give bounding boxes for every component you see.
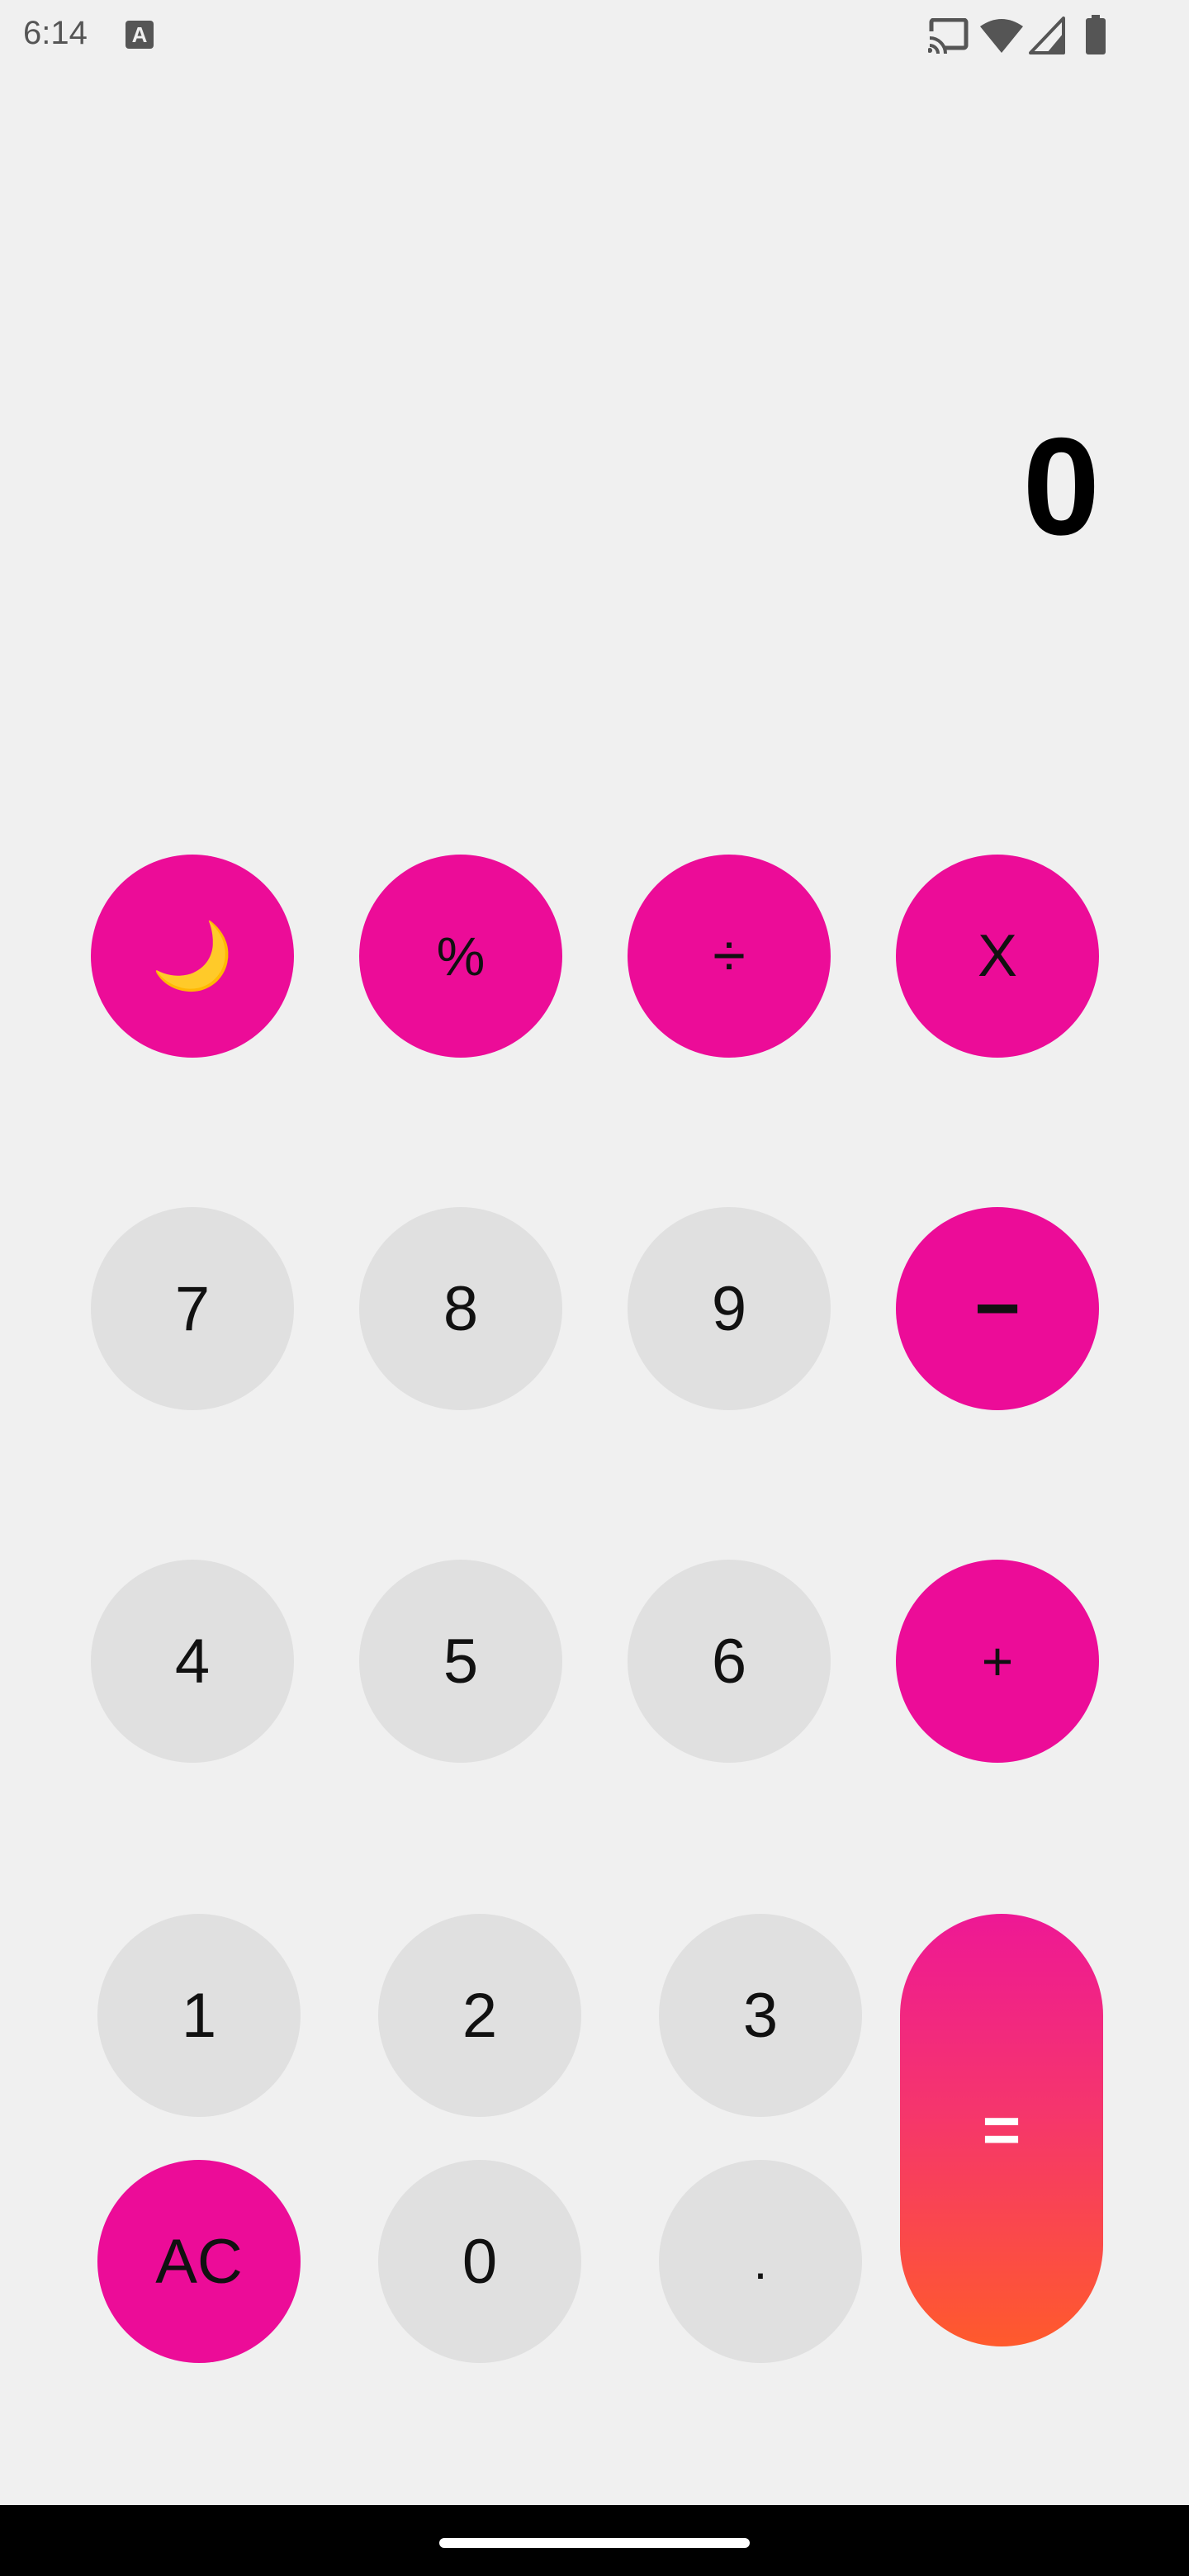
clear-label: AC xyxy=(155,2226,243,2297)
digit-8-label: 8 xyxy=(443,1273,479,1344)
wifi-icon xyxy=(980,19,1023,53)
cast-icon xyxy=(928,18,969,54)
digit-4-button[interactable]: 4 xyxy=(91,1560,294,1763)
digit-9-label: 9 xyxy=(711,1273,747,1344)
digit-1-label: 1 xyxy=(181,1980,217,2051)
plus-button[interactable]: + xyxy=(896,1560,1099,1763)
multiply-button[interactable]: X xyxy=(896,855,1099,1058)
result-display: 0 xyxy=(1022,409,1100,564)
minus-label: − xyxy=(973,1264,1021,1352)
digit-9-button[interactable]: 9 xyxy=(628,1207,831,1410)
divide-button[interactable]: ÷ xyxy=(628,855,831,1058)
decimal-button[interactable]: . xyxy=(659,2160,862,2363)
multiply-label: X xyxy=(977,923,1018,989)
calculator-screen: 6:14 A 0 🌙 % ÷ X 7 8 9 − 4 5 6 + 1 2 3 =… xyxy=(0,0,1189,2576)
digit-7-label: 7 xyxy=(174,1273,211,1344)
digit-5-button[interactable]: 5 xyxy=(359,1560,562,1763)
clear-button[interactable]: AC xyxy=(97,2160,301,2363)
equals-button[interactable]: = xyxy=(900,1914,1103,2346)
digit-3-button[interactable]: 3 xyxy=(659,1914,862,2117)
digit-0-label: 0 xyxy=(462,2226,498,2297)
status-bar: 6:14 A xyxy=(0,0,1189,74)
navigation-bar xyxy=(0,2505,1189,2576)
status-time: 6:14 xyxy=(23,15,88,51)
digit-5-label: 5 xyxy=(443,1626,479,1697)
digit-3-label: 3 xyxy=(742,1980,779,2051)
text-notification-icon: A xyxy=(126,21,154,49)
digit-1-button[interactable]: 1 xyxy=(97,1914,301,2117)
digit-6-button[interactable]: 6 xyxy=(628,1560,831,1763)
divide-label: ÷ xyxy=(713,923,746,989)
equals-label: = xyxy=(982,2093,1021,2166)
decimal-label: . xyxy=(753,2233,768,2290)
digit-7-button[interactable]: 7 xyxy=(91,1207,294,1410)
percent-label: % xyxy=(436,926,486,987)
battery-icon xyxy=(1086,15,1106,54)
percent-button[interactable]: % xyxy=(359,855,562,1058)
theme-toggle-button[interactable]: 🌙 xyxy=(91,855,294,1058)
digit-0-button[interactable]: 0 xyxy=(378,2160,581,2363)
signal-icon xyxy=(1029,17,1065,54)
digit-4-label: 4 xyxy=(174,1626,211,1697)
plus-label: + xyxy=(981,1631,1014,1692)
digit-6-label: 6 xyxy=(711,1626,747,1697)
digit-2-label: 2 xyxy=(462,1980,498,2051)
digit-8-button[interactable]: 8 xyxy=(359,1207,562,1410)
home-gesture-handle[interactable] xyxy=(439,2538,750,2548)
minus-button[interactable]: − xyxy=(896,1207,1099,1410)
digit-2-button[interactable]: 2 xyxy=(378,1914,581,2117)
moon-icon: 🌙 xyxy=(151,919,234,992)
